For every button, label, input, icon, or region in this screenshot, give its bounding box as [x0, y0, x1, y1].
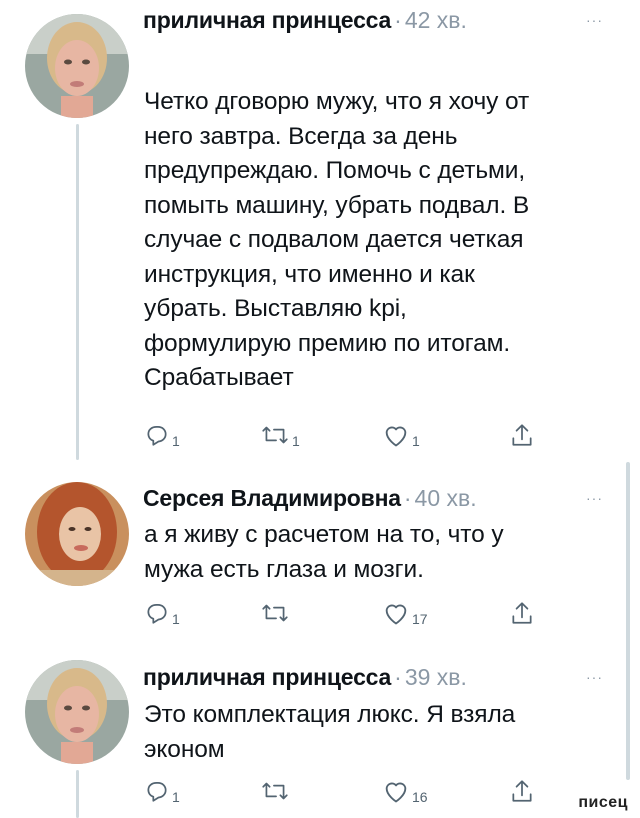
retweet-icon — [262, 426, 288, 444]
retweet-count: 1 — [292, 433, 300, 449]
more-options-icon[interactable]: ··· — [586, 490, 603, 506]
avatar[interactable] — [25, 660, 129, 764]
timestamp[interactable]: 39 хв. — [405, 664, 467, 691]
timestamp[interactable]: 42 хв. — [405, 7, 467, 34]
reply-button[interactable]: 1 — [144, 778, 180, 804]
avatar[interactable] — [25, 14, 129, 118]
tweet-actions: 1 17 — [0, 600, 640, 630]
separator-dot: · — [394, 664, 402, 690]
user-name[interactable]: приличная принцесса — [143, 664, 391, 691]
share-button[interactable] — [510, 778, 534, 804]
tweet-header: приличная принцесса · 39 хв. — [143, 664, 467, 691]
like-button[interactable]: 17 — [382, 600, 428, 626]
tweet-actions: 1 1 1 — [0, 422, 640, 452]
user-name[interactable]: Серсея Владимировна — [143, 485, 401, 512]
tweet-text: Четко дговорю мужу, что я хочу от него з… — [144, 88, 530, 391]
tweet-3[interactable]: приличная принцесса · 39 хв. ··· Это ком… — [0, 640, 640, 818]
separator-dot: · — [394, 7, 402, 33]
retweet-button[interactable] — [260, 600, 292, 626]
reply-icon — [147, 604, 167, 624]
reply-count: 1 — [172, 611, 180, 627]
separator-dot: · — [403, 485, 412, 511]
like-count: 16 — [412, 789, 428, 805]
heart-icon — [385, 426, 407, 447]
tweet-2[interactable]: Серсея Владимировна · 40 хв. ··· а я жив… — [0, 460, 640, 640]
retweet-button[interactable]: 1 — [260, 422, 300, 448]
share-icon — [512, 602, 532, 624]
more-options-icon[interactable]: ··· — [586, 12, 603, 28]
retweet-icon — [262, 604, 288, 622]
tweet-1[interactable]: приличная принцесса · 42 хв. ··· Четко д… — [0, 0, 640, 460]
reply-count: 1 — [172, 789, 180, 805]
heart-icon — [385, 604, 407, 625]
share-icon — [512, 424, 532, 446]
heart-icon — [385, 782, 407, 803]
like-count: 17 — [412, 611, 428, 627]
share-button[interactable] — [510, 422, 534, 448]
scrollbar[interactable] — [626, 462, 630, 780]
reply-count: 1 — [172, 433, 180, 449]
like-button[interactable]: 16 — [382, 778, 428, 804]
user-name[interactable]: приличная принцесса — [143, 7, 391, 34]
tweet-header: Серсея Владимировна · 40 хв. — [143, 485, 477, 512]
thread-line — [76, 124, 79, 460]
share-button[interactable] — [510, 600, 534, 626]
reply-icon — [147, 426, 167, 446]
reply-button[interactable]: 1 — [144, 600, 180, 626]
tweet-header: приличная принцесса · 42 хв. — [143, 7, 467, 34]
share-icon — [512, 780, 532, 802]
reply-icon — [147, 782, 167, 802]
more-options-icon[interactable]: ··· — [586, 669, 603, 685]
woman-blonde-avatar-icon — [25, 660, 129, 764]
like-count: 1 — [412, 433, 420, 449]
avatar[interactable] — [25, 482, 129, 586]
woman-redhead-avatar-icon — [25, 482, 129, 586]
timestamp[interactable]: 40 хв. — [415, 485, 477, 512]
watermark: писец — [578, 794, 628, 811]
retweet-icon — [262, 782, 288, 800]
tweet-text: Это комплектация люкс. Я взяла эконом — [144, 701, 516, 763]
retweet-button[interactable] — [260, 778, 292, 804]
like-button[interactable]: 1 — [382, 422, 420, 448]
tweet-text: а я живу с расчетом на то, что у мужа ес… — [144, 521, 504, 583]
woman-blonde-avatar-icon — [25, 14, 129, 118]
tweet-actions: 1 16 — [0, 778, 640, 808]
reply-button[interactable]: 1 — [144, 422, 180, 448]
